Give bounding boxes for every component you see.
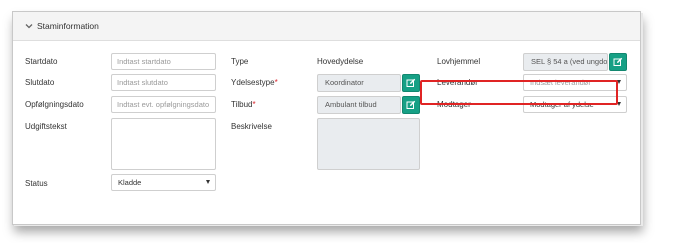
panel-title: Staminformation bbox=[37, 21, 99, 31]
edit-tilbud-button[interactable] bbox=[402, 96, 420, 114]
opfolgningsdato-input[interactable] bbox=[111, 96, 216, 113]
caret-down-icon bbox=[206, 180, 210, 184]
beskrivelse-label: Beskrivelse bbox=[231, 122, 272, 131]
edit-lovhjemmel-button[interactable] bbox=[609, 53, 627, 71]
ydelsestype-label: Ydelsestype* bbox=[231, 78, 278, 87]
type-value: Hovedydelse bbox=[317, 57, 364, 66]
udgiftstekst-textarea[interactable] bbox=[111, 118, 216, 170]
ydelsestype-field: Koordinator bbox=[317, 74, 401, 92]
type-label: Type bbox=[231, 57, 249, 66]
startdato-label: Startdato bbox=[25, 57, 58, 66]
lovhjemmel-field: SEL § 54 a (ved ungdom bbox=[523, 53, 608, 71]
panel-header[interactable]: Staminformation bbox=[13, 12, 640, 41]
slutdato-input[interactable] bbox=[111, 74, 216, 91]
required-marker: * bbox=[252, 100, 256, 109]
chevron-down-icon[interactable] bbox=[24, 21, 34, 31]
required-marker: * bbox=[274, 78, 278, 87]
beskrivelse-textarea bbox=[317, 118, 420, 170]
status-value: Kladde bbox=[118, 178, 142, 187]
edit-ydelsestype-button[interactable] bbox=[402, 74, 420, 92]
udgiftstekst-label: Udgiftstekst bbox=[25, 122, 67, 131]
edit-icon bbox=[406, 78, 416, 87]
slutdato-label: Slutdato bbox=[25, 78, 55, 87]
tilbud-field: Ambulant tilbud bbox=[317, 96, 401, 114]
opfolgningsdato-label: Opfølgningsdato bbox=[25, 100, 84, 109]
startdato-input[interactable] bbox=[111, 53, 216, 70]
edit-icon bbox=[613, 57, 623, 66]
tilbud-label: Tilbud* bbox=[231, 100, 256, 109]
modtager-highlight-box bbox=[420, 80, 618, 105]
lovhjemmel-label: Lovhjemmel bbox=[437, 57, 481, 66]
status-label: Status bbox=[25, 179, 48, 188]
edit-icon bbox=[406, 100, 416, 109]
status-select[interactable]: Kladde bbox=[111, 174, 216, 191]
